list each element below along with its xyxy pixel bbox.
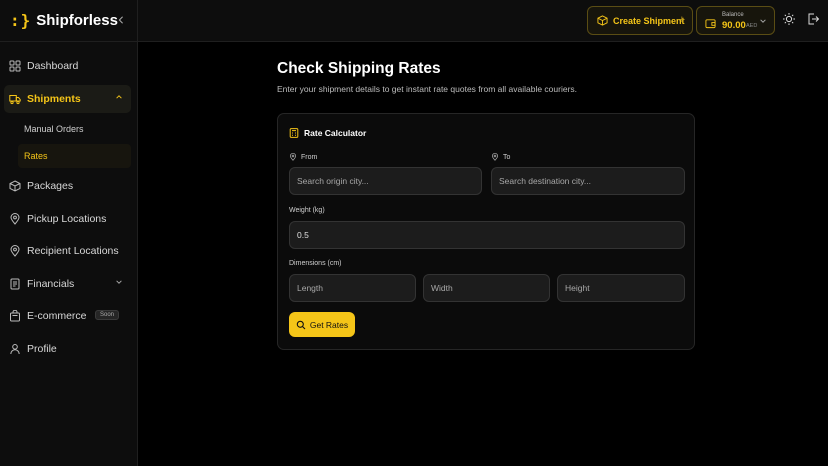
get-rates-button[interactable]: Get Rates xyxy=(289,312,355,337)
sidebar-subitem-manual-orders[interactable]: Manual Orders xyxy=(18,117,131,141)
sidebar-item-label: Packages xyxy=(27,180,74,192)
sidebar-nav: Dashboard Shipments Manual Orders Rates … xyxy=(0,42,137,363)
search-icon xyxy=(296,320,306,330)
balance-amount: 90.00 xyxy=(722,20,746,31)
logo-mark: :} xyxy=(10,11,32,30)
sidebar-item-shipments[interactable]: Shipments xyxy=(4,84,131,113)
sidebar-item-ecommerce[interactable]: E-commerce Soon xyxy=(4,302,131,330)
map-pin-icon xyxy=(491,153,499,161)
package-icon xyxy=(597,15,608,26)
height-input[interactable] xyxy=(557,274,685,302)
from-label-text: From xyxy=(301,153,318,161)
page-title: Check Shipping Rates xyxy=(277,60,441,77)
page-subtitle: Enter your shipment details to get insta… xyxy=(277,84,578,94)
card-title: Rate Calculator xyxy=(289,128,366,138)
sidebar-item-label: Dashboard xyxy=(27,60,79,72)
to-label: To xyxy=(491,153,510,161)
sidebar-item-label: Recipient Locations xyxy=(27,245,119,257)
truck-icon xyxy=(9,93,21,105)
sidebar-item-label: E-commerce xyxy=(27,310,87,322)
dimensions-label: Dimensions (cm) xyxy=(289,260,342,267)
user-icon xyxy=(9,343,21,355)
get-rates-label: Get Rates xyxy=(309,319,349,330)
sidebar-item-label: Profile xyxy=(27,342,57,355)
sidebar-subitem-label: Manual Orders xyxy=(24,124,84,134)
card-title-text: Rate Calculator xyxy=(304,128,367,138)
calculator-icon xyxy=(289,128,299,138)
receipt-icon xyxy=(9,278,21,290)
width-input[interactable] xyxy=(423,274,550,302)
map-pin-icon xyxy=(9,245,21,257)
sidebar-subitem-rates[interactable]: Rates xyxy=(18,144,131,168)
chevron-down-icon xyxy=(759,17,767,27)
soon-badge: Soon xyxy=(94,310,119,320)
sidebar-item-pickup-locations[interactable]: Pickup Locations xyxy=(4,205,131,233)
sidebar-item-label: Financials xyxy=(27,277,75,290)
balance-dropdown[interactable]: Balance 90.00 AED xyxy=(696,6,775,35)
package-icon xyxy=(9,180,21,192)
balance-label: Balance xyxy=(722,12,744,18)
chevron-down-icon xyxy=(115,278,123,288)
dimensions-label-text: Dimensions (cm) xyxy=(289,260,342,267)
top-bar: Create Shipment + Balance 90.00 AED xyxy=(138,0,828,42)
sidebar-item-label: Shipments xyxy=(27,92,81,105)
sidebar-item-financials[interactable]: Financials xyxy=(4,270,131,298)
weight-input[interactable] xyxy=(289,221,685,249)
sun-icon[interactable] xyxy=(782,12,796,26)
map-pin-icon xyxy=(289,153,297,161)
destination-city-input[interactable] xyxy=(491,167,685,195)
sidebar-subitem-label: Rates xyxy=(24,151,48,161)
from-label: From xyxy=(289,153,317,161)
weight-label: Weight (kg) xyxy=(289,207,325,214)
length-input[interactable] xyxy=(289,274,416,302)
sidebar-item-packages[interactable]: Packages xyxy=(4,172,131,200)
map-pin-icon xyxy=(9,212,21,225)
weight-label-text: Weight (kg) xyxy=(289,207,325,214)
app-name: Shipforless xyxy=(36,12,118,29)
wallet-icon xyxy=(705,16,716,29)
create-shipment-button[interactable]: Create Shipment + xyxy=(587,6,693,35)
collapse-sidebar-icon[interactable] xyxy=(115,12,127,28)
shopping-bag-icon xyxy=(9,310,21,322)
dashboard-icon xyxy=(9,60,21,72)
chevron-up-icon xyxy=(115,93,123,103)
rate-calculator-card: Rate Calculator From To Weight (kg) Dime… xyxy=(277,113,695,350)
main-content: Check Shipping Rates Enter your shipment… xyxy=(138,42,828,466)
sidebar-item-recipient-locations[interactable]: Recipient Locations xyxy=(4,237,131,265)
sidebar-item-dashboard[interactable]: Dashboard xyxy=(4,52,131,80)
logout-icon[interactable] xyxy=(806,12,820,26)
sidebar-item-label: Pickup Locations xyxy=(27,212,107,225)
sidebar: :} Shipforless Dashboard Shipments Manua… xyxy=(0,0,138,466)
plus-icon: + xyxy=(678,14,685,26)
origin-city-input[interactable] xyxy=(289,167,482,195)
to-label-text: To xyxy=(503,153,511,161)
balance-currency: AED xyxy=(746,23,758,29)
sidebar-item-profile[interactable]: Profile xyxy=(4,335,131,363)
create-shipment-label: Create Shipment xyxy=(613,15,685,26)
